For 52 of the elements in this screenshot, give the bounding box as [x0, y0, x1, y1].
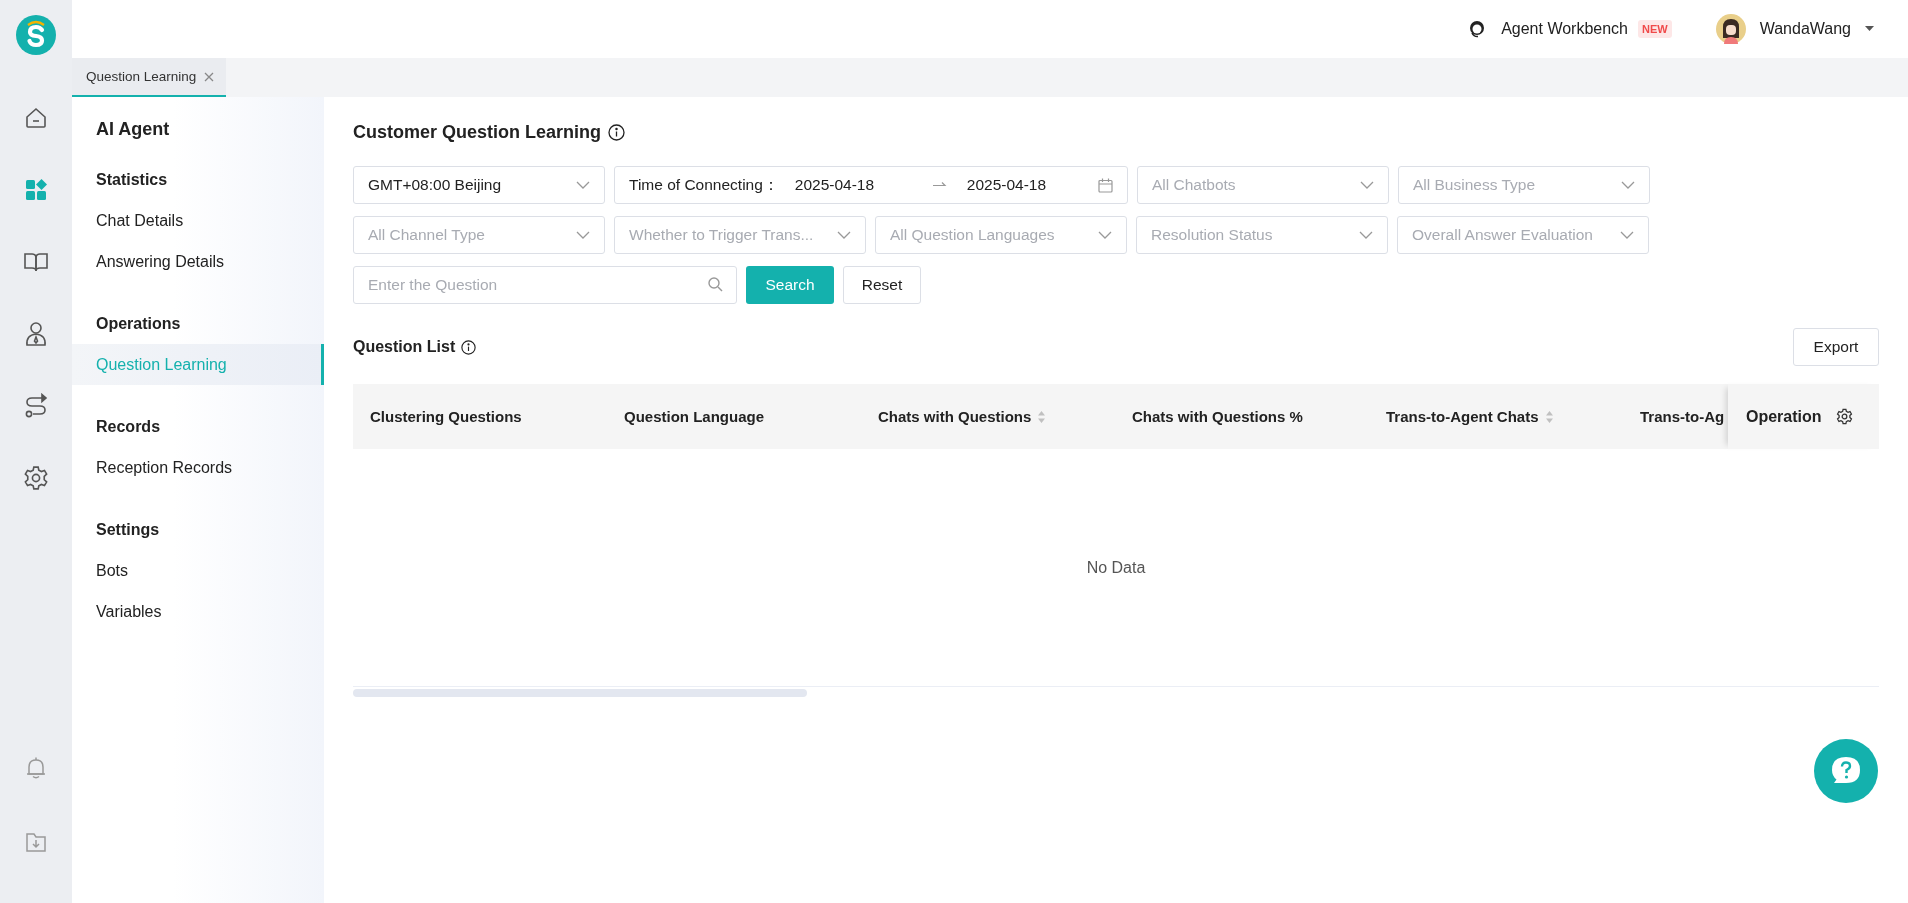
- caret-icon[interactable]: [1865, 26, 1874, 32]
- reset-button[interactable]: Reset: [843, 266, 921, 304]
- agent-workbench-link[interactable]: Agent Workbench: [1501, 20, 1628, 38]
- search-icon[interactable]: [708, 277, 723, 292]
- route-icon[interactable]: [24, 393, 48, 419]
- empty-message: No Data: [1086, 558, 1146, 577]
- avatar-icon[interactable]: [1715, 14, 1746, 44]
- new-badge: NEW: [1638, 20, 1672, 38]
- section-heading: Statistics: [95, 170, 169, 190]
- chevron-down-icon: [576, 231, 590, 239]
- page-tab[interactable]: Question Learning: [72, 58, 227, 97]
- sidebar-item[interactable]: Answering Details: [72, 241, 324, 282]
- section-title: Question List: [353, 338, 456, 356]
- close-icon[interactable]: [204, 71, 215, 82]
- chevron-down-icon: [576, 181, 590, 189]
- info-icon[interactable]: [461, 339, 477, 355]
- sidebar-item[interactable]: Chat Details: [72, 200, 324, 241]
- settings-icon[interactable]: [23, 465, 49, 491]
- home-icon[interactable]: [24, 106, 48, 130]
- user-name[interactable]: WandaWang: [1759, 20, 1851, 38]
- chevron-down-icon: [1360, 181, 1374, 189]
- column-header: Chats with Questions: [878, 408, 1032, 425]
- chevron-down-icon: [1620, 231, 1634, 239]
- sidebar-item[interactable]: Reception Records: [72, 447, 324, 488]
- person-icon[interactable]: [24, 321, 48, 347]
- filter-dropdown[interactable]: GMT+08:00 Beijing: [353, 166, 605, 204]
- section-heading: Settings: [95, 520, 161, 540]
- sidebar-item[interactable]: Variables: [72, 591, 324, 632]
- scrollbar-thumb[interactable]: [353, 689, 807, 697]
- page-title: Customer Question Learning: [353, 121, 602, 143]
- section-heading: Operations: [95, 314, 182, 334]
- column-header: Operation: [1746, 407, 1822, 426]
- settings-icon[interactable]: [1835, 408, 1853, 425]
- sidebar-item[interactable]: Bots: [72, 550, 324, 591]
- info-icon[interactable]: [608, 123, 626, 141]
- search-field[interactable]: Enter the Question: [353, 266, 737, 304]
- sidebar-title: AI Agent: [95, 119, 171, 140]
- column-header: Trans-to-Ag: [1640, 408, 1725, 425]
- calendar-icon[interactable]: [1098, 177, 1113, 193]
- date-range-picker[interactable]: Time of Connecting： 2025-04-18 2025-04-18: [614, 166, 1128, 204]
- section-heading: Records: [95, 417, 162, 437]
- chevron-down-icon: [1098, 231, 1112, 239]
- column-header: Chats with Questions %: [1132, 408, 1303, 425]
- logo-icon[interactable]: [16, 15, 56, 55]
- column-header: Clustering Questions: [370, 408, 522, 425]
- book-icon[interactable]: [23, 250, 49, 274]
- column-header: Trans-to-Agent Chats: [1386, 408, 1539, 425]
- chevron-down-icon: [837, 231, 851, 239]
- column-header: Question Language: [624, 408, 764, 425]
- chevron-down-icon: [1621, 181, 1635, 189]
- chevron-down-icon: [1359, 231, 1373, 239]
- export-button[interactable]: Export: [1793, 328, 1879, 366]
